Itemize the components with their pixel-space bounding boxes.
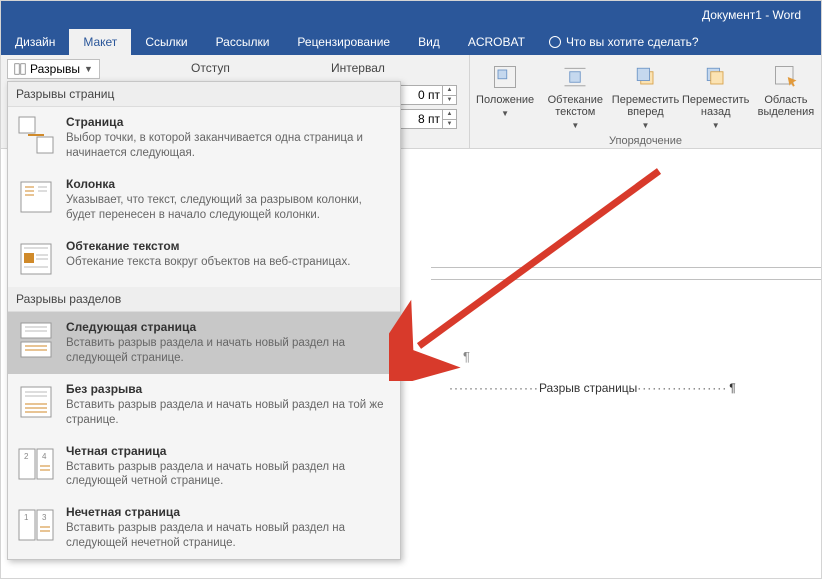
chevron-down-icon: ▼ [571,121,579,130]
item-desc: Вставить разрыв раздела и начать новый р… [66,336,392,366]
chevron-down-icon: ▼ [712,121,720,130]
breaks-dropdown: Разрывы страниц Страница Выбор точки, в … [7,81,401,560]
page-breaks-header: Разрывы страниц [8,82,400,107]
svg-text:4: 4 [42,452,47,461]
breaks-icon [14,63,26,75]
item-title: Следующая страница [66,320,392,334]
even-page-section-icon: 24 [16,444,56,484]
item-title: Четная страница [66,444,392,458]
textwrap-break-icon [16,239,56,279]
bring-forward-icon [632,63,660,91]
tab-references[interactable]: Ссылки [131,29,201,55]
break-column-item[interactable]: Колонка Указывает, что текст, следующий … [8,169,400,231]
item-title: Колонка [66,177,392,191]
break-continuous-item[interactable]: Без разрыва Вставить разрыв раздела и на… [8,374,400,436]
selection-pane-label: Область выделения [751,94,821,118]
breaks-button[interactable]: Разрывы ▼ [7,59,100,79]
send-backward-icon [702,63,730,91]
page-break-indicator: ·················· Разрыв страницы ·····… [449,381,736,395]
position-icon [491,63,519,91]
page [431,279,821,578]
svg-text:2: 2 [24,452,29,461]
send-backward-button[interactable]: Переместить назад ▼ [681,61,751,132]
tab-review[interactable]: Рецензирование [283,29,404,55]
page-break-text: Разрыв страницы [539,381,637,395]
spacing-before-value: 0 пт [400,88,442,102]
chevron-down-icon: ▼ [84,64,93,74]
spinner-arrows[interactable]: ▲▼ [442,86,456,104]
bring-forward-label: Переместить вперед [610,94,680,118]
section-breaks-header: Разрывы разделов [8,287,400,312]
tab-mailings[interactable]: Рассылки [202,29,284,55]
tab-layout[interactable]: Макет [69,29,131,55]
item-desc: Вставить разрыв раздела и начать новый р… [66,460,392,490]
item-desc: Обтекание текста вокруг объектов на веб-… [66,255,392,270]
paragraph-mark: ¶ [729,381,735,395]
send-backward-label: Переместить назад [681,94,751,118]
item-desc: Указывает, что текст, следующий за разры… [66,193,392,223]
position-label: Положение [476,94,534,106]
break-page-item[interactable]: Страница Выбор точки, в которой заканчив… [8,107,400,169]
spinner-arrows[interactable]: ▲▼ [442,110,456,128]
break-textwrap-item[interactable]: Обтекание текстом Обтекание текста вокру… [8,231,400,287]
page-separator [431,267,821,268]
dots-left: ·················· [449,381,539,395]
paragraph-mark: ¶ [463,349,470,364]
breaks-button-label: Разрывы [30,62,80,76]
item-desc: Вставить разрыв раздела и начать новый р… [66,398,392,428]
item-desc: Выбор точки, в которой заканчивается одн… [66,131,392,161]
page-break-icon [16,115,56,155]
document-area[interactable]: ¶ ·················· Разрыв страницы ···… [401,149,821,578]
bring-forward-button[interactable]: Переместить вперед ▼ [610,61,680,132]
chevron-down-icon: ▼ [501,109,509,118]
tab-design[interactable]: Дизайн [1,29,69,55]
break-next-page-item[interactable]: Следующая страница Вставить разрыв разде… [8,312,400,374]
interval-group-label: Интервал [331,61,385,75]
wrap-text-icon [561,63,589,91]
break-odd-page-item[interactable]: 13 Нечетная страница Вставить разрыв раз… [8,497,400,559]
next-page-section-icon [16,320,56,360]
continuous-section-icon [16,382,56,422]
tab-view[interactable]: Вид [404,29,454,55]
window-title: Документ1 - Word [702,8,801,22]
item-title: Обтекание текстом [66,239,392,253]
tell-me-search[interactable]: Что вы хотите сделать? [539,29,709,55]
spacing-after-spinner[interactable]: 8 пт ▲▼ [399,109,457,129]
spacing-after-value: 8 пт [400,112,442,126]
arrange-group: Положение ▼ Обтекание текстом ▼ Перемест… [469,55,821,149]
lightbulb-icon [549,36,561,48]
odd-page-section-icon: 13 [16,505,56,545]
item-title: Нечетная страница [66,505,392,519]
svg-text:3: 3 [42,513,47,522]
spacing-before-spinner[interactable]: 0 пт ▲▼ [399,85,457,105]
break-even-page-item[interactable]: 24 Четная страница Вставить разрыв разде… [8,436,400,498]
chevron-down-icon: ▼ [642,121,650,130]
selection-pane-button[interactable]: Область выделения [751,61,821,120]
svg-text:1: 1 [24,513,29,522]
item-desc: Вставить разрыв раздела и начать новый р… [66,521,392,551]
position-button[interactable]: Положение ▼ [470,61,540,120]
indent-group-label: Отступ [191,61,230,75]
wrap-text-button[interactable]: Обтекание текстом ▼ [540,61,610,132]
tab-acrobat[interactable]: ACROBAT [454,29,539,55]
ribbon-tabs: Дизайн Макет Ссылки Рассылки Рецензирова… [1,29,821,55]
selection-pane-icon [772,63,800,91]
titlebar: Документ1 - Word [1,1,821,29]
item-title: Без разрыва [66,382,392,396]
column-break-icon [16,177,56,217]
dots-right: ·················· [637,381,727,395]
arrange-group-label: Упорядочение [470,135,821,147]
wrap-text-label: Обтекание текстом [540,94,610,118]
item-title: Страница [66,115,392,129]
tell-me-placeholder: Что вы хотите сделать? [566,35,699,49]
